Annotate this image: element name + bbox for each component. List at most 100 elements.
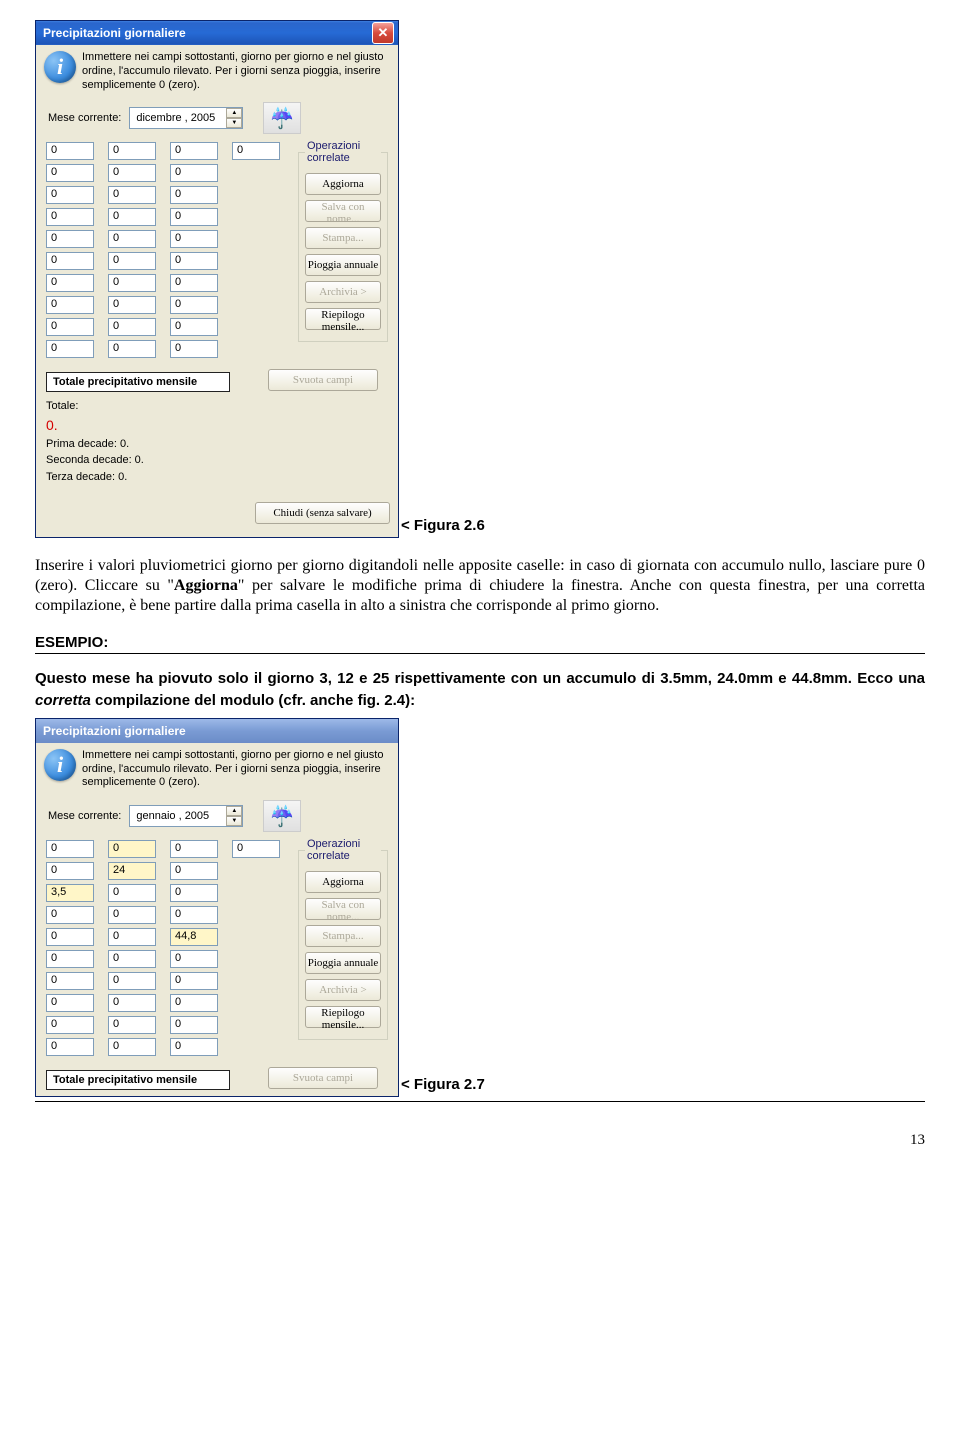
chiudi-button[interactable]: Chiudi (senza salvare) bbox=[255, 502, 390, 524]
day-input[interactable]: 0 bbox=[170, 318, 218, 336]
close-icon[interactable]: ✕ bbox=[372, 22, 394, 44]
month-label: Mese corrente: bbox=[48, 810, 121, 822]
day-input[interactable]: 0 bbox=[170, 186, 218, 204]
day-input[interactable]: 0 bbox=[170, 840, 218, 858]
day-input[interactable]: 0 bbox=[46, 186, 94, 204]
info-text: Immettere nei campi sottostanti, giorno … bbox=[82, 51, 390, 92]
day-input[interactable]: 0 bbox=[108, 208, 156, 226]
day-input[interactable]: 0 bbox=[108, 840, 156, 858]
day-input[interactable]: 0 bbox=[46, 274, 94, 292]
salva-button[interactable]: Salva con nome... bbox=[305, 200, 381, 222]
day-input[interactable]: 0 bbox=[108, 252, 156, 270]
day-input[interactable]: 0 bbox=[170, 252, 218, 270]
dialog-precip-1: Precipitazioni giornaliere ✕ i Immettere… bbox=[35, 20, 399, 538]
divider bbox=[35, 1101, 925, 1102]
day-input[interactable]: 0 bbox=[108, 1038, 156, 1056]
day-input[interactable]: 0 bbox=[108, 186, 156, 204]
archivia-button[interactable]: Archivia > bbox=[305, 281, 381, 303]
day-input[interactable]: 0 bbox=[46, 142, 94, 160]
day-input[interactable]: 0 bbox=[46, 252, 94, 270]
day-input[interactable]: 0 bbox=[170, 1016, 218, 1034]
umbrella-icon: ☔ bbox=[263, 102, 301, 134]
day-input[interactable]: 0 bbox=[46, 318, 94, 336]
figure-caption-2: < Figura 2.7 bbox=[401, 1076, 485, 1093]
aggiorna-button[interactable]: Aggiorna bbox=[305, 173, 381, 195]
day-input[interactable]: 0 bbox=[108, 318, 156, 336]
pioggia-button[interactable]: Pioggia annuale bbox=[305, 254, 381, 276]
day-input[interactable]: 0 bbox=[46, 994, 94, 1012]
salva-button[interactable]: Salva con nome... bbox=[305, 898, 381, 920]
month-combo[interactable]: gennaio , 2005 ▲ ▼ bbox=[129, 805, 243, 827]
svuota-button[interactable]: Svuota campi bbox=[268, 1067, 378, 1089]
ops-panel: Operazioni correlate Aggiorna Salva con … bbox=[298, 140, 388, 342]
day-input[interactable]: 0 bbox=[46, 296, 94, 314]
day-input[interactable]: 0 bbox=[108, 230, 156, 248]
day-input[interactable]: 0 bbox=[108, 274, 156, 292]
day-input[interactable]: 0 bbox=[108, 340, 156, 358]
spin-up-icon[interactable]: ▲ bbox=[226, 108, 242, 118]
day-input[interactable]: 0 bbox=[46, 1016, 94, 1034]
day-input[interactable]: 0 bbox=[46, 972, 94, 990]
divider bbox=[35, 653, 925, 654]
day-input[interactable]: 0 bbox=[108, 906, 156, 924]
day-input[interactable]: 0 bbox=[170, 950, 218, 968]
titlebar[interactable]: Precipitazioni giornaliere ✕ bbox=[36, 21, 398, 45]
day-input[interactable]: 0 bbox=[170, 906, 218, 924]
day-input[interactable]: 0 bbox=[46, 840, 94, 858]
svuota-button[interactable]: Svuota campi bbox=[268, 369, 378, 391]
titlebar[interactable]: Precipitazioni giornaliere bbox=[36, 719, 398, 743]
day-input[interactable]: 0 bbox=[170, 862, 218, 880]
day-input[interactable]: 44,8 bbox=[170, 928, 218, 946]
month-combo[interactable]: dicembre , 2005 ▲ ▼ bbox=[129, 107, 243, 129]
day-input[interactable]: 0 bbox=[46, 1038, 94, 1056]
example-heading: ESEMPIO: bbox=[35, 634, 925, 651]
day-input[interactable]: 24 bbox=[108, 862, 156, 880]
day-input[interactable]: 0 bbox=[170, 340, 218, 358]
day-input[interactable]: 0 bbox=[108, 972, 156, 990]
day-input[interactable]: 0 bbox=[170, 296, 218, 314]
day-input[interactable]: 0 bbox=[108, 994, 156, 1012]
info-icon: i bbox=[44, 51, 76, 83]
day-input[interactable]: 0 bbox=[46, 950, 94, 968]
spin-down-icon[interactable]: ▼ bbox=[226, 816, 242, 826]
spin-down-icon[interactable]: ▼ bbox=[226, 118, 242, 128]
day-input[interactable]: 0 bbox=[170, 884, 218, 902]
riepilogo-button[interactable]: Riepilogo mensile... bbox=[305, 308, 381, 330]
day-input[interactable]: 0 bbox=[46, 340, 94, 358]
day-input[interactable]: 0 bbox=[108, 884, 156, 902]
day-input[interactable]: 0 bbox=[170, 230, 218, 248]
day-input[interactable]: 0 bbox=[232, 840, 280, 858]
figure-caption-1: < Figura 2.6 bbox=[401, 517, 485, 534]
riepilogo-button[interactable]: Riepilogo mensile... bbox=[305, 1006, 381, 1028]
aggiorna-button[interactable]: Aggiorna bbox=[305, 871, 381, 893]
day-input[interactable]: 3,5 bbox=[46, 884, 94, 902]
day-input[interactable]: 0 bbox=[108, 950, 156, 968]
day-input[interactable]: 0 bbox=[108, 928, 156, 946]
archivia-button[interactable]: Archivia > bbox=[305, 979, 381, 1001]
day-input[interactable]: 0 bbox=[232, 142, 280, 160]
day-input[interactable]: 0 bbox=[46, 862, 94, 880]
day-input[interactable]: 0 bbox=[108, 1016, 156, 1034]
umbrella-icon: ☔ bbox=[263, 800, 301, 832]
spin-up-icon[interactable]: ▲ bbox=[226, 806, 242, 816]
day-input[interactable]: 0 bbox=[170, 1038, 218, 1056]
day-input[interactable]: 0 bbox=[46, 164, 94, 182]
stampa-button[interactable]: Stampa... bbox=[305, 227, 381, 249]
day-input[interactable]: 0 bbox=[170, 994, 218, 1012]
day-input[interactable]: 0 bbox=[46, 230, 94, 248]
day-input[interactable]: 0 bbox=[108, 164, 156, 182]
day-input[interactable]: 0 bbox=[170, 164, 218, 182]
dialog-precip-2: Precipitazioni giornaliere i Immettere n… bbox=[35, 718, 399, 1097]
day-input[interactable]: 0 bbox=[46, 928, 94, 946]
pioggia-button[interactable]: Pioggia annuale bbox=[305, 952, 381, 974]
day-input[interactable]: 0 bbox=[46, 906, 94, 924]
day-input[interactable]: 0 bbox=[170, 142, 218, 160]
day-input[interactable]: 0 bbox=[170, 208, 218, 226]
day-input[interactable]: 0 bbox=[108, 142, 156, 160]
info-icon: i bbox=[44, 749, 76, 781]
stampa-button[interactable]: Stampa... bbox=[305, 925, 381, 947]
day-input[interactable]: 0 bbox=[46, 208, 94, 226]
day-input[interactable]: 0 bbox=[170, 274, 218, 292]
day-input[interactable]: 0 bbox=[108, 296, 156, 314]
day-input[interactable]: 0 bbox=[170, 972, 218, 990]
